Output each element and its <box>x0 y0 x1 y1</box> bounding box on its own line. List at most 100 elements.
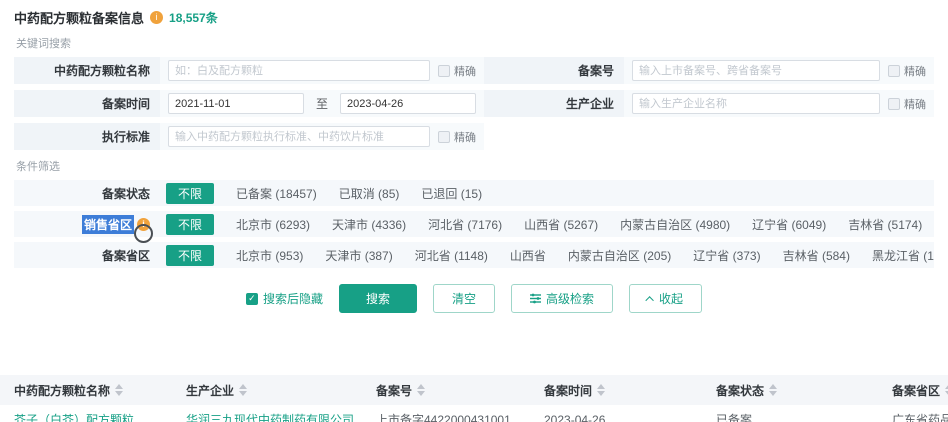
status-option[interactable]: 已退回 (15) <box>421 185 482 202</box>
table-header-company[interactable]: 生产企业 <box>172 382 362 399</box>
clear-button[interactable]: 清空 <box>433 284 495 313</box>
sales-region-option[interactable]: 天津市 (4336) <box>332 216 406 233</box>
sales-region-label-text: 销售省区 <box>82 215 134 234</box>
filing-region-any-chip[interactable]: 不限 <box>166 245 214 266</box>
hide-after-search-checkbox[interactable]: ✓ <box>246 293 258 305</box>
date-start-input[interactable] <box>168 93 304 114</box>
table-header-name[interactable]: 中药配方颗粒名称 <box>0 382 172 399</box>
company-exact-checkbox[interactable] <box>888 98 900 110</box>
table-header-region[interactable]: 备案省区 <box>878 382 948 399</box>
filing-region-option[interactable]: 辽宁省 (373) <box>693 247 760 264</box>
name-input[interactable] <box>168 60 430 81</box>
filing-region-option[interactable]: 北京市 (953) <box>236 247 303 264</box>
click-indicator <box>134 224 153 243</box>
status-option[interactable]: 已备案 (18457) <box>236 185 317 202</box>
keyword-search-section-label: 关键词搜索 <box>16 35 934 51</box>
name-exact-checkbox[interactable] <box>438 65 450 77</box>
form-spacer <box>624 123 934 150</box>
status-option[interactable]: 已取消 (85) <box>339 185 400 202</box>
filing-region-label-text: 备案省区 <box>102 247 150 264</box>
info-icon[interactable]: i <box>150 11 163 24</box>
keyword-search-form: 中药配方颗粒名称 精确 备案号 精确 备案时间 至 生产企业 <box>14 57 934 150</box>
company-exact-label: 精确 <box>904 96 926 112</box>
company-link[interactable]: 华润三九现代中药制药有限公司 <box>172 411 362 422</box>
advanced-search-icon <box>530 293 541 304</box>
filter-section-label: 条件筛选 <box>16 158 934 174</box>
sort-icon <box>597 384 605 396</box>
record-no-exact-checkbox[interactable] <box>888 65 900 77</box>
sales-region-option[interactable]: 吉林省 (5174) <box>848 216 922 233</box>
filing-region-option[interactable]: 河北省 (1148) <box>415 247 488 264</box>
record-no-cell: 上市备字4422000431001 <box>362 411 530 422</box>
total-count: 18,557条 <box>169 9 218 26</box>
filter-row-status: 备案状态 不限 已备案 (18457) 已取消 (85) 已退回 (15) <box>14 180 934 206</box>
status-filter-label-text: 备案状态 <box>102 185 150 202</box>
results-table: 中药配方颗粒名称 生产企业 备案号 备案时间 备案状态 备案省区 芥子（白芥）配… <box>0 375 948 422</box>
filing-region-filter-options: 不限 北京市 (953) 天津市 (387) 河北省 (1148) 山西省 内蒙… <box>160 242 934 268</box>
status-cell: 已备案 <box>702 411 878 422</box>
record-no-exact-label: 精确 <box>904 63 926 79</box>
record-no-exact-group[interactable]: 精确 <box>888 63 926 79</box>
collapse-icon <box>645 296 653 304</box>
sales-region-option[interactable]: 山西省 (5267) <box>524 216 598 233</box>
search-panel: 中药配方颗粒备案信息 i 18,557条 关键词搜索 中药配方颗粒名称 精确 备… <box>0 0 948 313</box>
filing-region-option[interactable]: 山西省 <box>510 247 546 264</box>
filter-row-filing-region: 备案省区 不限 北京市 (953) 天津市 (387) 河北省 (1148) 山… <box>14 242 934 268</box>
standard-field-cell: 精确 <box>160 123 484 150</box>
table-header-record-no[interactable]: 备案号 <box>362 382 530 399</box>
sort-icon <box>417 384 425 396</box>
filing-region-filter-label: 备案省区 <box>14 242 160 268</box>
record-no-field-label: 备案号 <box>484 57 624 84</box>
hide-after-search-toggle[interactable]: ✓ 搜索后隐藏 <box>246 290 323 307</box>
sales-region-any-chip[interactable]: 不限 <box>166 214 214 235</box>
standard-field-label: 执行标准 <box>14 123 160 150</box>
company-field-cell: 精确 <box>624 90 934 117</box>
date-field-cell: 至 <box>160 90 484 117</box>
standard-exact-label: 精确 <box>454 129 476 145</box>
sales-region-option[interactable]: 辽宁省 (6049) <box>752 216 826 233</box>
search-button[interactable]: 搜索 <box>339 284 417 313</box>
form-spacer <box>484 123 624 150</box>
standard-exact-group[interactable]: 精确 <box>438 129 476 145</box>
company-input[interactable] <box>632 93 880 114</box>
filing-region-option[interactable]: 天津市 (387) <box>325 247 392 264</box>
sales-region-filter-options: 不限 北京市 (6293) 天津市 (4336) 河北省 (7176) 山西省 … <box>160 211 934 237</box>
record-no-field-cell: 精确 <box>624 57 934 84</box>
hide-after-search-label: 搜索后隐藏 <box>263 290 323 307</box>
standard-exact-checkbox[interactable] <box>438 131 450 143</box>
collapse-button[interactable]: 收起 <box>629 284 702 313</box>
name-exact-group[interactable]: 精确 <box>438 63 476 79</box>
region-cell: 广东省药品监 <box>878 411 948 422</box>
sales-region-option[interactable]: 北京市 (6293) <box>236 216 310 233</box>
date-field-label: 备案时间 <box>14 90 160 117</box>
table-row: 芥子（白芥）配方颗粒 华润三九现代中药制药有限公司 上市备字4422000431… <box>0 405 948 422</box>
table-header-row: 中药配方颗粒名称 生产企业 备案号 备案时间 备案状态 备案省区 <box>0 375 948 405</box>
page-title: 中药配方颗粒备案信息 <box>14 8 144 27</box>
sales-region-option[interactable]: 河北省 (7176) <box>428 216 502 233</box>
name-exact-label: 精确 <box>454 63 476 79</box>
name-field-cell: 精确 <box>160 57 484 84</box>
collapse-label: 收起 <box>659 290 683 307</box>
company-field-label: 生产企业 <box>484 90 624 117</box>
filing-region-option[interactable]: 吉林省 (584) <box>783 247 850 264</box>
filing-region-option[interactable]: 内蒙古自治区 (205) <box>568 247 671 264</box>
status-any-chip[interactable]: 不限 <box>166 183 214 204</box>
advanced-search-label: 高级检索 <box>546 290 594 307</box>
sales-region-option[interactable]: 内蒙古自治区 (4980) <box>620 216 730 233</box>
sort-icon <box>769 384 777 396</box>
table-header-date[interactable]: 备案时间 <box>530 382 702 399</box>
actions-row: ✓ 搜索后隐藏 搜索 清空 高级检索 收起 <box>14 284 934 313</box>
table-header-status[interactable]: 备案状态 <box>702 382 878 399</box>
name-field-label: 中药配方颗粒名称 <box>14 57 160 84</box>
filing-region-option[interactable]: 黑龙江省 (14) <box>872 247 934 264</box>
status-filter-options: 不限 已备案 (18457) 已取消 (85) 已退回 (15) <box>160 180 934 206</box>
advanced-search-button[interactable]: 高级检索 <box>511 284 613 313</box>
sort-icon <box>239 384 247 396</box>
date-separator: 至 <box>316 95 328 112</box>
granule-name-link[interactable]: 芥子（白芥）配方颗粒 <box>0 411 172 422</box>
standard-input[interactable] <box>168 126 430 147</box>
sort-icon <box>115 384 123 396</box>
record-no-input[interactable] <box>632 60 880 81</box>
company-exact-group[interactable]: 精确 <box>888 96 926 112</box>
date-end-input[interactable] <box>340 93 476 114</box>
